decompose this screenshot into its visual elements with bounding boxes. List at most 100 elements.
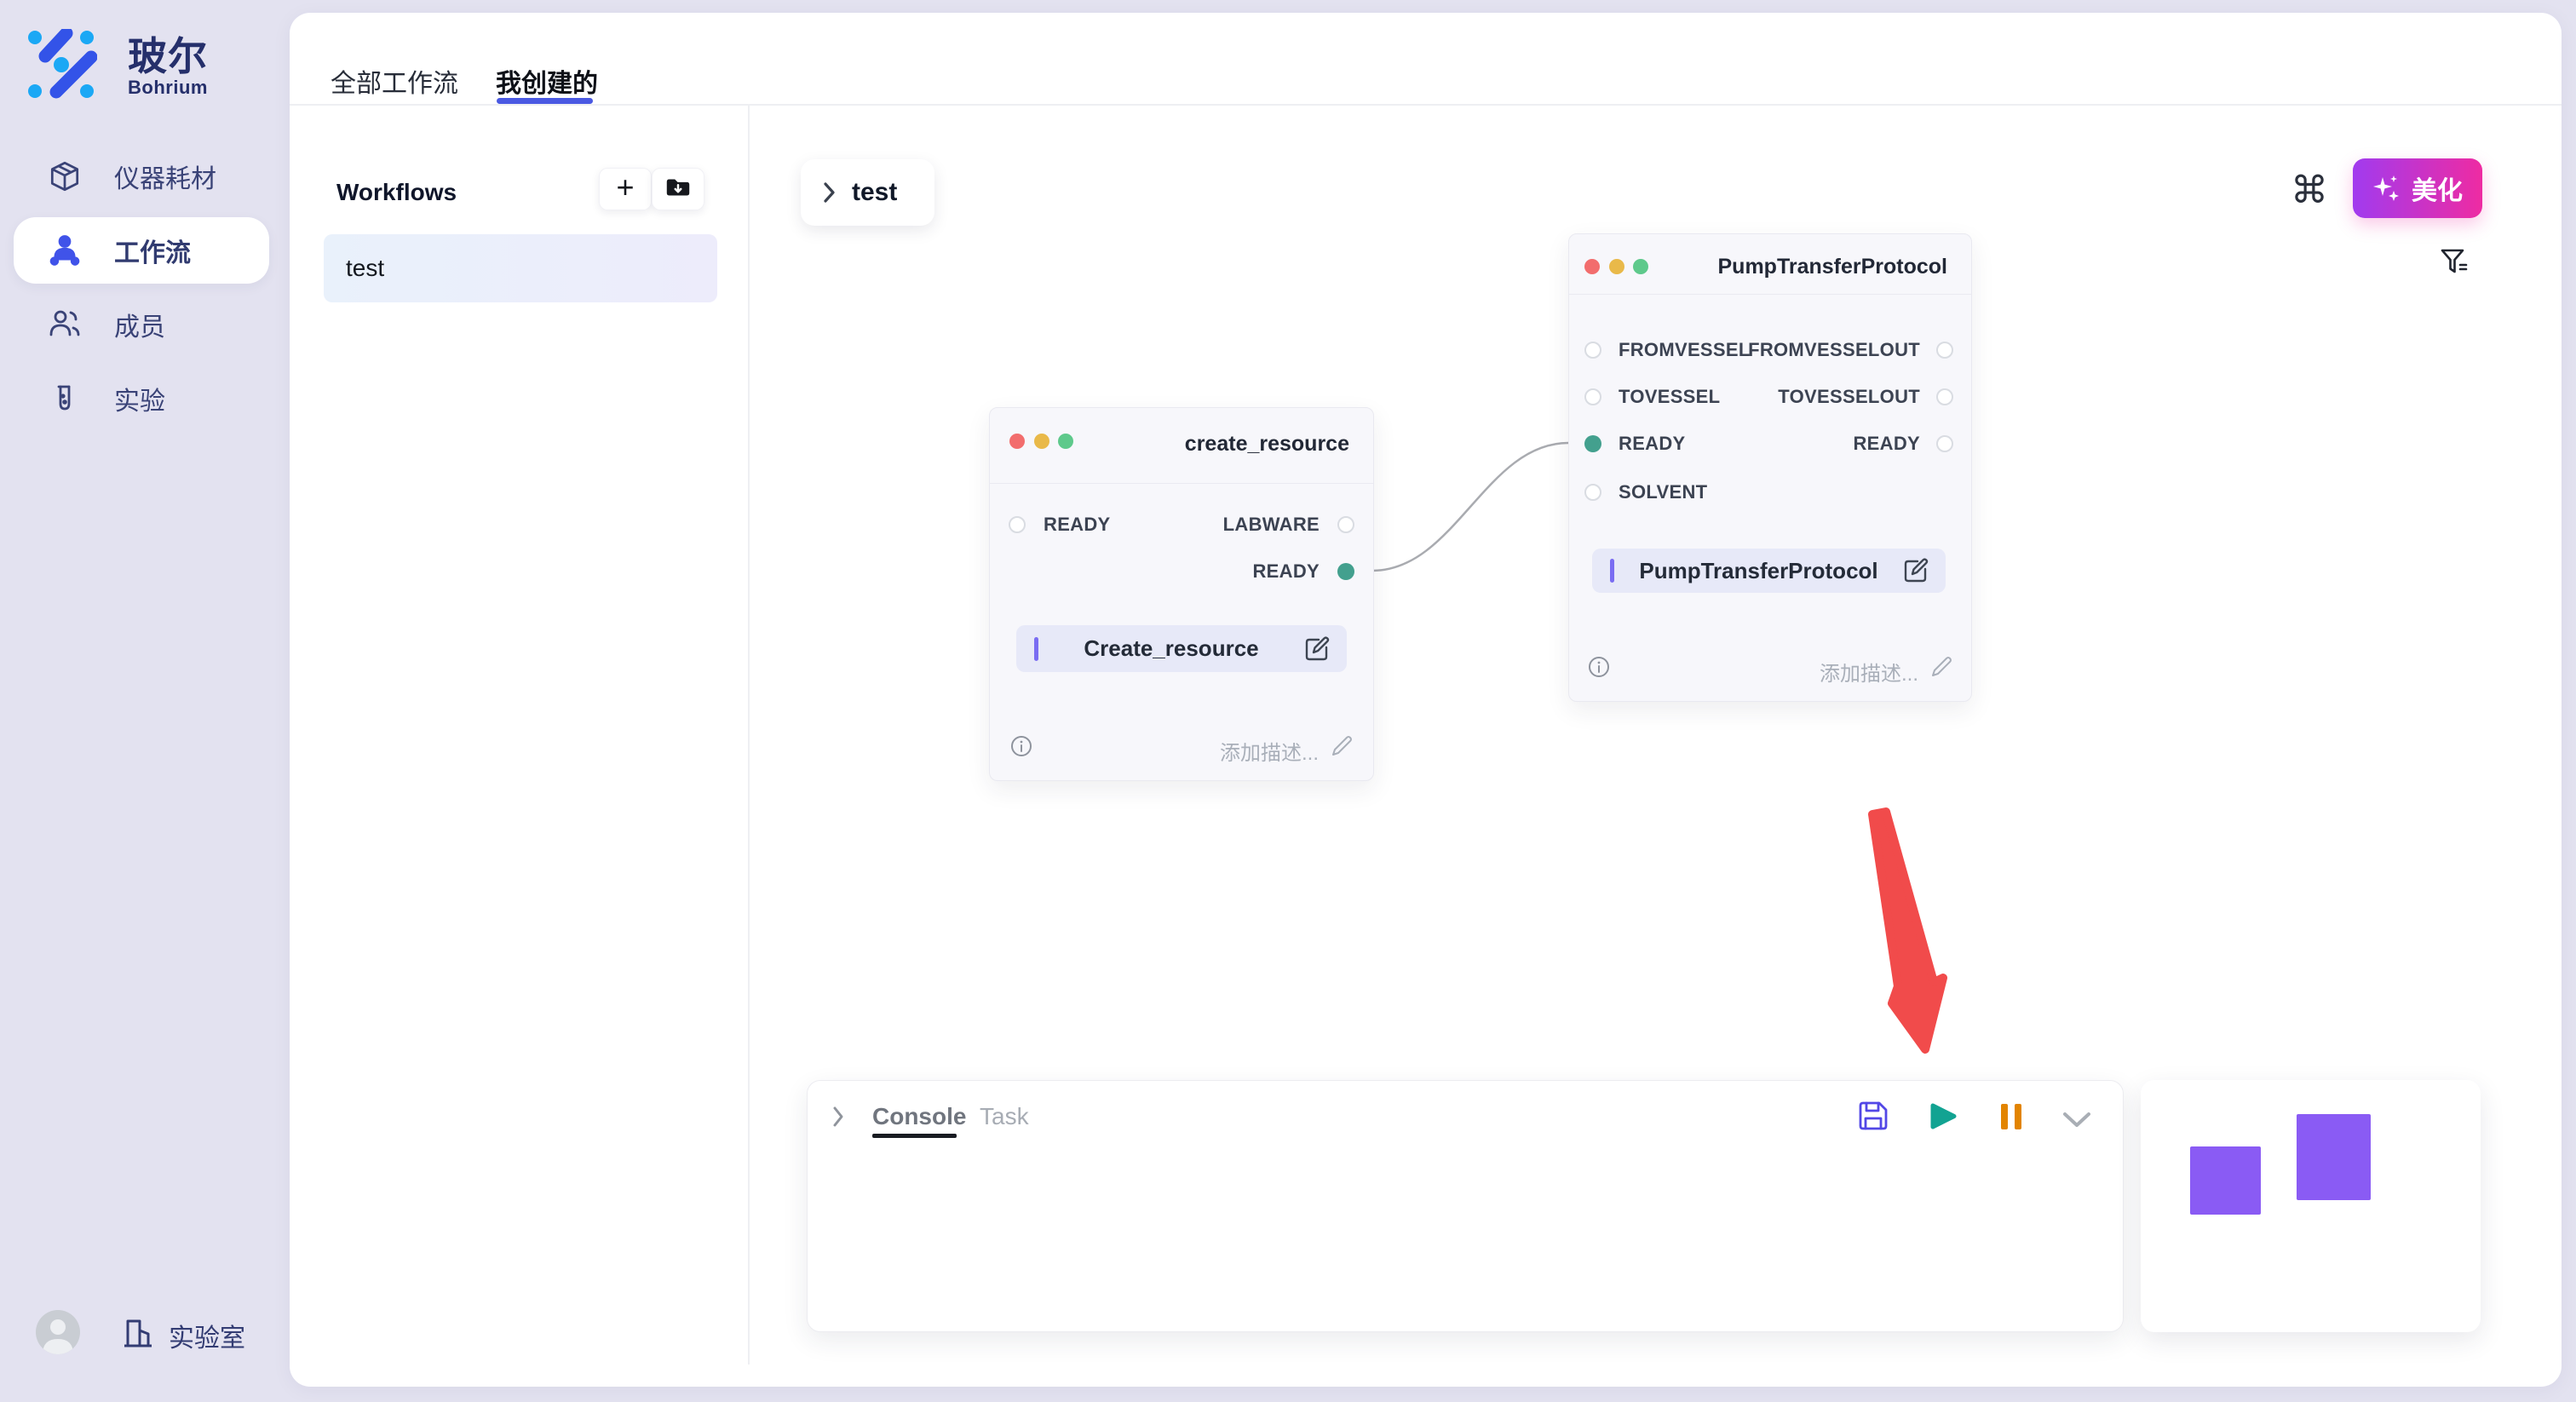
workflow-canvas[interactable]: test ⌘ 美化 — [748, 104, 2562, 1387]
info-icon[interactable] — [1010, 735, 1032, 757]
node-header: PumpTransferProtocol — [1569, 234, 1971, 295]
traffic-dot-red — [1009, 434, 1025, 449]
node-title: create_resource — [1185, 432, 1349, 457]
sidebar-item-members[interactable]: 成员 — [14, 291, 269, 358]
edit-icon[interactable] — [1903, 558, 1929, 583]
port-in-fromvessel[interactable] — [1584, 342, 1601, 359]
port-label: READY — [1252, 560, 1320, 583]
port-in-tovessel[interactable] — [1584, 388, 1601, 405]
port-label: LABWARE — [1223, 514, 1320, 536]
port-out-tovesselout[interactable] — [1936, 388, 1953, 405]
tab-task[interactable]: Task — [980, 1103, 1029, 1130]
node-action-label: PumpTransferProtocol — [1614, 558, 1903, 584]
beautify-label: 美化 — [2412, 170, 2463, 207]
tab-all-workflows[interactable]: 全部工作流 — [331, 62, 458, 100]
chevron-right-icon — [823, 181, 837, 204]
add-workflow-button[interactable]: + — [599, 168, 652, 210]
port-label: TOVESSEL — [1619, 386, 1720, 408]
save-button[interactable] — [1858, 1100, 1889, 1135]
port-label: READY — [1044, 514, 1111, 536]
node-pump-transfer-protocol[interactable]: PumpTransferProtocol FROMVESSEL FROMVESS… — [1568, 233, 1972, 702]
port-out-fromvesselout[interactable] — [1936, 342, 1953, 359]
command-icon: ⌘ — [2291, 169, 2328, 212]
node-header: create_resource — [990, 408, 1373, 484]
port-label: FROMVESSEL — [1619, 339, 1751, 361]
traffic-dot-green — [1633, 259, 1648, 274]
sidebar: 玻尔 Bohrium 仪器耗材 — [0, 0, 283, 1402]
sidebar-item-workflow[interactable]: 工作流 — [14, 217, 269, 284]
port-out-labware[interactable] — [1337, 516, 1354, 533]
red-annotation-arrow — [1872, 812, 1943, 1049]
breadcrumb-label: test — [852, 178, 897, 207]
description-placeholder[interactable]: 添加描述... — [1220, 736, 1319, 766]
port-label: TOVESSELOUT — [1778, 386, 1920, 408]
port-label: FROMVESSELOUT — [1748, 339, 1920, 361]
port-label: READY — [1619, 433, 1686, 455]
sparkles-icon — [2372, 174, 2401, 203]
workflow-icon — [46, 232, 83, 269]
node-action-label: Create_resource — [1038, 635, 1304, 662]
tab-console[interactable]: Console — [872, 1103, 966, 1130]
tab-my-created[interactable]: 我创建的 — [496, 62, 598, 100]
import-folder-button[interactable] — [652, 168, 704, 210]
minimap[interactable] — [2141, 1080, 2481, 1332]
test-tube-icon — [46, 380, 83, 417]
sidebar-item-label: 仪器耗材 — [114, 158, 216, 195]
port-in-solvent[interactable] — [1584, 484, 1601, 501]
description-placeholder[interactable]: 添加描述... — [1820, 657, 1918, 687]
app-root: 玻尔 Bohrium 仪器耗材 — [0, 0, 2576, 1402]
members-icon — [46, 306, 83, 343]
workflows-title: Workflows — [336, 179, 457, 206]
filter-icon — [2439, 246, 2470, 281]
edit-icon[interactable] — [1304, 636, 1330, 662]
run-button[interactable] — [1928, 1101, 1958, 1136]
traffic-dot-green — [1058, 434, 1073, 449]
port-out-ready[interactable] — [1936, 435, 1953, 452]
node-title: PumpTransferProtocol — [1718, 255, 1948, 279]
app-title: 玻尔 — [128, 26, 208, 82]
beautify-button[interactable]: 美化 — [2353, 158, 2482, 218]
traffic-dot-yellow — [1034, 434, 1049, 449]
port-out-ready[interactable] — [1337, 563, 1354, 580]
workflow-tabbar: 全部工作流 我创建的 — [290, 13, 2562, 106]
console-panel: Console Task — [807, 1080, 2124, 1332]
sidebar-item-instruments[interactable]: 仪器耗材 — [14, 143, 269, 210]
traffic-dot-red — [1584, 259, 1600, 274]
sidebar-item-label: 实验 — [114, 380, 165, 417]
sidebar-item-label: 成员 — [114, 306, 165, 343]
info-icon[interactable] — [1588, 656, 1610, 678]
chevron-down-icon[interactable] — [2062, 1112, 2091, 1133]
port-label: READY — [1853, 433, 1920, 455]
workflows-sidebar: Workflows + test — [290, 104, 750, 1365]
lab-label: 实验室 — [169, 1317, 245, 1354]
node-action-button[interactable]: PumpTransferProtocol — [1592, 549, 1946, 593]
filter-button[interactable] — [2435, 244, 2474, 283]
pause-button[interactable] — [2000, 1103, 2022, 1135]
app-subtitle: Bohrium — [128, 77, 208, 99]
port-in-ready[interactable] — [1009, 516, 1026, 533]
node-create-resource[interactable]: create_resource READY LABWARE READY Crea… — [989, 407, 1374, 781]
minimap-node-create-resource — [2190, 1146, 2261, 1215]
pencil-icon[interactable] — [1930, 656, 1952, 678]
bohrium-logo-icon — [26, 29, 97, 105]
collapse-chevron-icon[interactable] — [831, 1105, 845, 1133]
folder-download-icon — [664, 173, 693, 206]
pencil-icon[interactable] — [1331, 735, 1353, 757]
main-panel: 全部工作流 我创建的 Workflows + test — [290, 13, 2562, 1387]
plus-icon: + — [616, 172, 634, 203]
workflow-name: test — [346, 255, 384, 282]
sidebar-item-experiment[interactable]: 实验 — [14, 365, 269, 432]
sidebar-item-label: 工作流 — [114, 232, 191, 269]
command-shortcuts-button[interactable]: ⌘ — [2288, 169, 2331, 211]
edge-ready-to-ready[interactable] — [1372, 443, 1568, 571]
user-avatar[interactable] — [36, 1310, 80, 1354]
port-label: SOLVENT — [1619, 481, 1707, 503]
minimap-node-pump-transfer — [2297, 1114, 2371, 1200]
port-in-ready[interactable] — [1584, 435, 1601, 452]
lab-switcher[interactable]: 实验室 — [121, 1315, 245, 1355]
node-action-button[interactable]: Create_resource — [1016, 625, 1347, 672]
breadcrumb[interactable]: test — [801, 159, 934, 226]
workflow-list-item-test[interactable]: test — [324, 234, 717, 302]
building-icon — [121, 1315, 157, 1355]
traffic-dot-yellow — [1609, 259, 1624, 274]
